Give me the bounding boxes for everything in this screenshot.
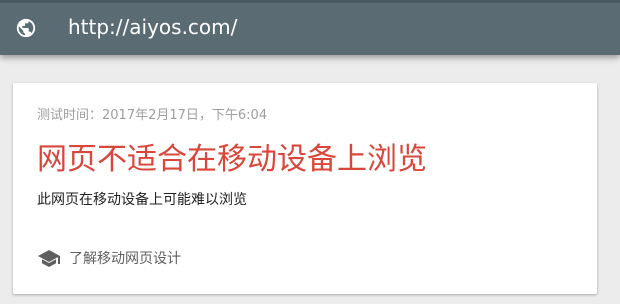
learn-mobile-design-label: 了解移动网页设计	[69, 251, 181, 267]
url-bar: http://aiyos.com/	[0, 0, 620, 55]
test-time-label: 测试时间：2017年2月17日，下午6:04	[37, 108, 268, 123]
graduation-cap-icon	[38, 250, 60, 267]
learn-mobile-design-link[interactable]: 了解移动网页设计	[37, 248, 181, 270]
result-card: 测试时间：2017年2月17日，下午6:04 网页不适合在移动设备上浏览 此网页…	[13, 83, 597, 294]
url-text[interactable]: http://aiyos.com/	[68, 14, 237, 40]
result-subtext: 此网页在移动设备上可能难以浏览	[37, 192, 247, 208]
globe-icon	[16, 18, 36, 38]
result-headline: 网页不适合在移动设备上浏览	[37, 142, 427, 177]
